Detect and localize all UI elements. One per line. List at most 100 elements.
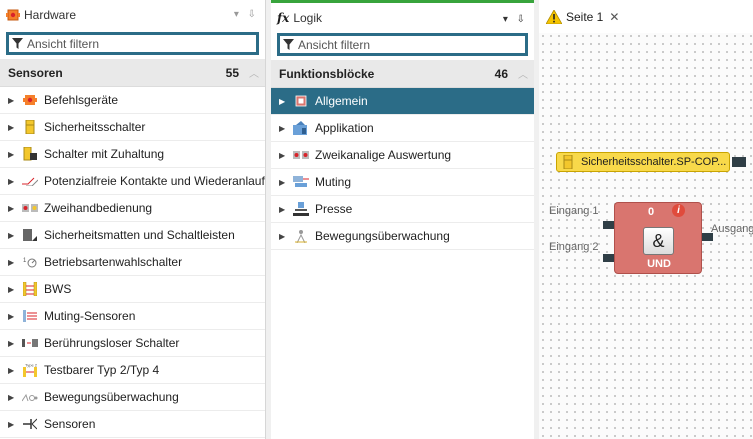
expand-arrow-icon[interactable]: ▶ (8, 177, 22, 186)
category-funktionsbloecke[interactable]: Funktionsblöcke 46 ︿ (271, 60, 534, 88)
hardware-item-beruehrungsloser-schalter[interactable]: ▶ Berührungsloser Schalter (0, 330, 265, 357)
expand-arrow-icon[interactable]: ▶ (8, 420, 22, 429)
logic-panel: fx Logik ▾ ⇩ Ansicht filtern Funktionsbl… (271, 0, 534, 439)
safety-switch-icon (22, 120, 38, 134)
hardware-item-potenzialfreie-kontakte[interactable]: ▶ Potenzialfreie Kontakte und Wiederanla… (0, 168, 265, 195)
hardware-item-testbarer-typ[interactable]: ▶ Type 2 Testbarer Typ 2/Typ 4 (0, 357, 265, 384)
logic-item-presse[interactable]: ▶ Presse (271, 196, 534, 223)
hardware-item-label: Schalter mit Zuhaltung (44, 147, 165, 161)
logic-item-label: Muting (315, 175, 352, 189)
hardware-item-label: Zweihandbedienung (44, 201, 153, 215)
logic-item-applikation[interactable]: ▶ Applikation (271, 115, 534, 142)
output-label: Ausgang (711, 223, 753, 235)
category-count: 46 (494, 66, 508, 81)
hardware-item-schalter-mit-zuhaltung[interactable]: ▶ Schalter mit Zuhaltung (0, 141, 265, 168)
expand-arrow-icon[interactable]: ▶ (279, 97, 293, 106)
logic-item-label: Bewegungsüberwachung (315, 229, 450, 243)
expand-arrow-icon[interactable]: ▶ (8, 258, 22, 267)
contactless-switch-icon (22, 336, 38, 350)
hardware-item-label: Potenzialfreie Kontakte und Wiederanlauf (44, 174, 265, 188)
expand-arrow-icon[interactable]: ▶ (8, 339, 22, 348)
logic-panel-pin-icon[interactable]: ▾ ⇩ (503, 14, 528, 25)
tab-seite-1[interactable]: Seite 1 ✕ (542, 6, 624, 28)
und-block-count: 0 (648, 206, 655, 218)
close-tab-icon[interactable]: ✕ (609, 10, 619, 24)
expand-arrow-icon[interactable]: ▶ (8, 393, 22, 402)
dual-channel-icon (293, 148, 309, 162)
hardware-item-label: BWS (44, 282, 72, 296)
expand-arrow-icon[interactable]: ▶ (8, 204, 22, 213)
expand-arrow-icon[interactable]: ▶ (8, 312, 22, 321)
muting-icon (293, 175, 309, 189)
hardware-item-sicherheitsmatten[interactable]: ▶ Sicherheitsmatten und Schaltleisten (0, 222, 265, 249)
und-output-port[interactable] (701, 233, 713, 241)
input-1-label: Eingang 1 (549, 205, 599, 217)
application-icon (293, 121, 309, 135)
category-label: Funktionsblöcke (279, 66, 375, 81)
hardware-item-sicherheitsschalter[interactable]: ▶ Sicherheitsschalter (0, 114, 265, 141)
hardware-item-label: Berührungsloser Schalter (44, 336, 180, 350)
hardware-item-bewegungsueberwachung[interactable]: ▶ Bewegungsüberwachung (0, 384, 265, 411)
expand-arrow-icon[interactable]: ▶ (8, 231, 22, 240)
locking-switch-icon (22, 147, 38, 161)
hardware-item-label: Sicherheitsschalter (44, 120, 146, 134)
svg-text:Type 2: Type 2 (25, 363, 37, 368)
hardware-filter-input[interactable]: Ansicht filtern (6, 32, 259, 55)
logic-item-allgemein[interactable]: ▶ Allgemein (271, 88, 534, 115)
collapse-icon[interactable]: ︿ (249, 65, 259, 80)
hardware-item-label: Sicherheitsmatten und Schaltleisten (44, 228, 235, 242)
hardware-item-befehlsgeraete[interactable]: ▶ Befehlsgeräte (0, 87, 265, 114)
hardware-item-sensoren[interactable]: ▶ Sensoren (0, 411, 265, 438)
collapse-icon[interactable]: ︿ (518, 66, 528, 81)
hardware-panel-pin-icon[interactable]: ▾ ⇩ (234, 9, 259, 20)
logic-item-zweikanalige-auswertung[interactable]: ▶ Zweikanalige Auswertung (271, 142, 534, 169)
expand-arrow-icon[interactable]: ▶ (279, 178, 293, 187)
hardware-item-bws[interactable]: ▶ BWS (0, 276, 265, 303)
logic-filter-input[interactable]: Ansicht filtern (277, 33, 528, 56)
expand-arrow-icon[interactable]: ▶ (279, 205, 293, 214)
info-icon[interactable]: i (672, 204, 685, 217)
logic-item-muting[interactable]: ▶ Muting (271, 169, 534, 196)
expand-arrow-icon[interactable]: ▶ (279, 151, 293, 160)
muting-sensor-icon (22, 309, 38, 323)
hardware-filter-placeholder: Ansicht filtern (27, 36, 100, 51)
hardware-item-label: Betriebsartenwahlschalter (44, 255, 183, 269)
sensor-block-sicherheitsschalter[interactable]: Sicherheitsschalter.SP-COP... (556, 152, 730, 172)
potential-free-contacts-icon (22, 174, 38, 188)
expand-arrow-icon[interactable]: ▶ (8, 285, 22, 294)
logic-item-label: Allgemein (315, 94, 368, 108)
und-block-label: UND (647, 258, 671, 270)
logic-item-label: Presse (315, 202, 353, 216)
hardware-item-betriebsartenwahlschalter[interactable]: ▶ 1 Betriebsartenwahlschalter (0, 249, 265, 276)
general-block-icon (293, 94, 309, 108)
logic-canvas[interactable]: Seite 1 ✕ Sicherheitsschalter.SP-COP... … (539, 0, 753, 439)
svg-text:1: 1 (23, 258, 27, 264)
testable-type-icon: Type 2 (22, 363, 38, 377)
tab-label: Seite 1 (566, 10, 604, 24)
sensor-output-port[interactable] (732, 157, 746, 167)
hardware-item-label: Sensoren (44, 417, 96, 431)
hardware-item-zweihandbedienung[interactable]: ▶ Zweihandbedienung (0, 195, 265, 222)
hardware-item-label: Muting-Sensoren (44, 309, 136, 323)
motion-monitoring-icon (22, 390, 38, 404)
und-function-block[interactable]: 0 i & UND (614, 202, 702, 274)
hardware-panel-title: Hardware (24, 8, 77, 22)
category-sensoren[interactable]: Sensoren 55 ︿ (0, 59, 265, 87)
category-label: Sensoren (8, 65, 63, 80)
logic-panel-title: Logik (293, 11, 323, 25)
expand-arrow-icon[interactable]: ▶ (8, 123, 22, 132)
expand-arrow-icon[interactable]: ▶ (279, 124, 293, 133)
expand-arrow-icon[interactable]: ▶ (8, 150, 22, 159)
press-icon (293, 202, 309, 216)
expand-arrow-icon[interactable]: ▶ (8, 96, 22, 105)
expand-arrow-icon[interactable]: ▶ (8, 366, 22, 375)
canvas-tab-bar: Seite 1 ✕ (539, 0, 753, 33)
filter-icon (283, 39, 294, 50)
logic-item-bewegungsueberwachung[interactable]: ▶ Bewegungsüberwachung (271, 223, 534, 250)
hardware-module-icon (6, 9, 20, 21)
filter-icon (12, 38, 23, 49)
hardware-panel: Hardware ▾ ⇩ Ansicht filtern Sensoren 55… (0, 0, 266, 439)
expand-arrow-icon[interactable]: ▶ (279, 232, 293, 241)
hardware-item-muting-sensoren[interactable]: ▶ Muting-Sensoren (0, 303, 265, 330)
hardware-panel-header: Hardware ▾ ⇩ (0, 0, 265, 30)
